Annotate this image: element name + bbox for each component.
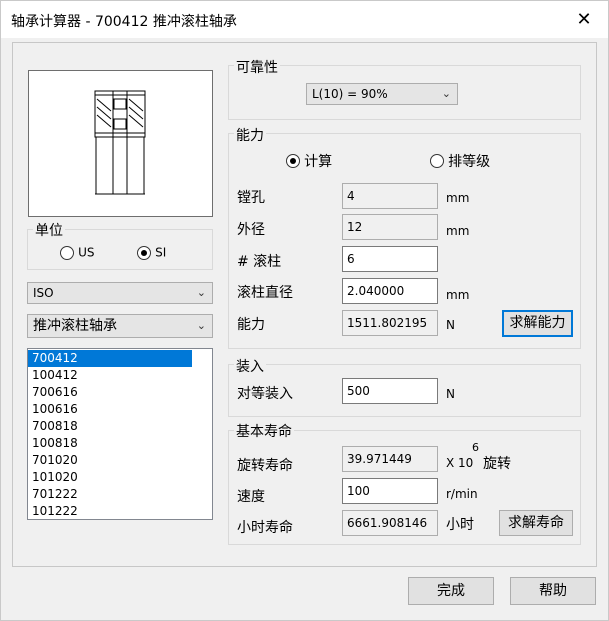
mode-calc-radio[interactable] — [286, 154, 300, 168]
list-item[interactable]: 700616 — [28, 384, 192, 401]
units-si-radio[interactable] — [137, 245, 151, 260]
done-button[interactable]: 完成 — [408, 577, 494, 605]
help-button[interactable]: 帮助 — [510, 577, 596, 605]
equiv-load-label: 对等装入 — [237, 386, 293, 402]
window-title: 轴承计算器 - 700412 推冲滚柱轴承 — [11, 14, 237, 30]
bearing-drawing-icon — [94, 90, 146, 195]
load-title: 装入 — [234, 356, 266, 376]
units-us-option[interactable]: US — [60, 245, 95, 260]
rotation-unit-word: 旋转 — [483, 456, 511, 472]
units-us-label: US — [78, 245, 95, 260]
solve-life-button[interactable]: 求解寿命 — [499, 510, 573, 536]
bore-label: 镗孔 — [237, 190, 265, 206]
roller-dia-unit: mm — [446, 288, 470, 302]
chevron-down-icon: ⌄ — [196, 286, 206, 299]
rollers-label: # 滚柱 — [237, 254, 282, 270]
list-item[interactable]: 101020 — [28, 469, 192, 486]
standard-value: ISO — [33, 286, 54, 300]
solve-capacity-button[interactable]: 求解能力 — [502, 310, 573, 337]
rotation-life-label: 旋转寿命 — [237, 458, 293, 474]
chevron-down-icon: ⌄ — [441, 87, 451, 100]
units-si-label: SI — [155, 245, 167, 260]
bore-unit: mm — [446, 191, 470, 205]
list-item[interactable]: 700818 — [28, 418, 192, 435]
list-item[interactable]: 100818 — [28, 435, 192, 452]
title-bar: 轴承计算器 - 700412 推冲滚柱轴承 ✕ — [0, 0, 609, 38]
capacity-label: 能力 — [237, 317, 265, 333]
list-item[interactable]: 100412 — [28, 367, 192, 384]
close-icon[interactable]: ✕ — [571, 7, 597, 33]
rollers-field[interactable]: 6 — [342, 246, 438, 272]
bearing-type-select[interactable]: 推冲滚柱轴承 ⌄ — [27, 314, 213, 338]
od-field: 12 — [342, 214, 438, 240]
units-title: 单位 — [33, 220, 65, 240]
reliability-value: L(10) = 90% — [312, 87, 388, 101]
units-si-option[interactable]: SI — [137, 245, 166, 260]
reliability-select[interactable]: L(10) = 90% ⌄ — [306, 83, 458, 105]
capacity-field: 1511.802195 — [342, 310, 438, 336]
bearing-list[interactable]: 700412 100412 700616 100616 700818 10081… — [27, 348, 213, 520]
od-label: 外径 — [237, 222, 265, 238]
roller-dia-field[interactable]: 2.040000 — [342, 278, 438, 304]
speed-unit: r/min — [446, 487, 478, 501]
mode-rating-option[interactable]: 排等级 — [430, 151, 490, 171]
list-item[interactable]: 701020 — [28, 452, 192, 469]
speed-field[interactable]: 100 — [342, 478, 438, 504]
mode-rating-label: 排等级 — [448, 154, 491, 170]
life-title: 基本寿命 — [234, 421, 294, 441]
list-item[interactable]: 100616 — [28, 401, 192, 418]
chevron-down-icon: ⌄ — [196, 319, 206, 332]
bearing-preview — [28, 70, 213, 217]
equiv-load-field[interactable]: 500 — [342, 378, 438, 404]
mode-calc-option[interactable]: 计算 — [286, 151, 332, 171]
roller-dia-label: 滚柱直径 — [237, 285, 293, 301]
rotation-unit-base: X 10 — [446, 456, 474, 470]
standard-select[interactable]: ISO ⌄ — [27, 282, 213, 304]
bore-field: 4 — [342, 183, 438, 209]
rotation-unit-exponent: 6 — [472, 441, 479, 454]
hour-life-label: 小时寿命 — [237, 520, 293, 536]
hour-life-field: 6661.908146 — [342, 510, 438, 536]
speed-label: 速度 — [237, 489, 265, 505]
reliability-title: 可靠性 — [234, 57, 280, 77]
list-item[interactable]: 101222 — [28, 503, 192, 519]
rotation-life-field: 39.971449 — [342, 446, 438, 472]
list-item[interactable]: 701222 — [28, 486, 192, 503]
mode-calc-label: 计算 — [304, 154, 333, 170]
bearing-type-value: 推冲滚柱轴承 — [33, 318, 117, 334]
mode-rating-radio[interactable] — [430, 154, 444, 168]
list-item[interactable]: 700412 — [28, 350, 192, 367]
od-unit: mm — [446, 224, 470, 238]
capacity-unit: N — [446, 318, 455, 332]
hour-unit: 小时 — [446, 517, 474, 533]
capacity-title: 能力 — [234, 125, 266, 145]
equiv-load-unit: N — [446, 387, 455, 401]
units-us-radio[interactable] — [60, 245, 74, 260]
